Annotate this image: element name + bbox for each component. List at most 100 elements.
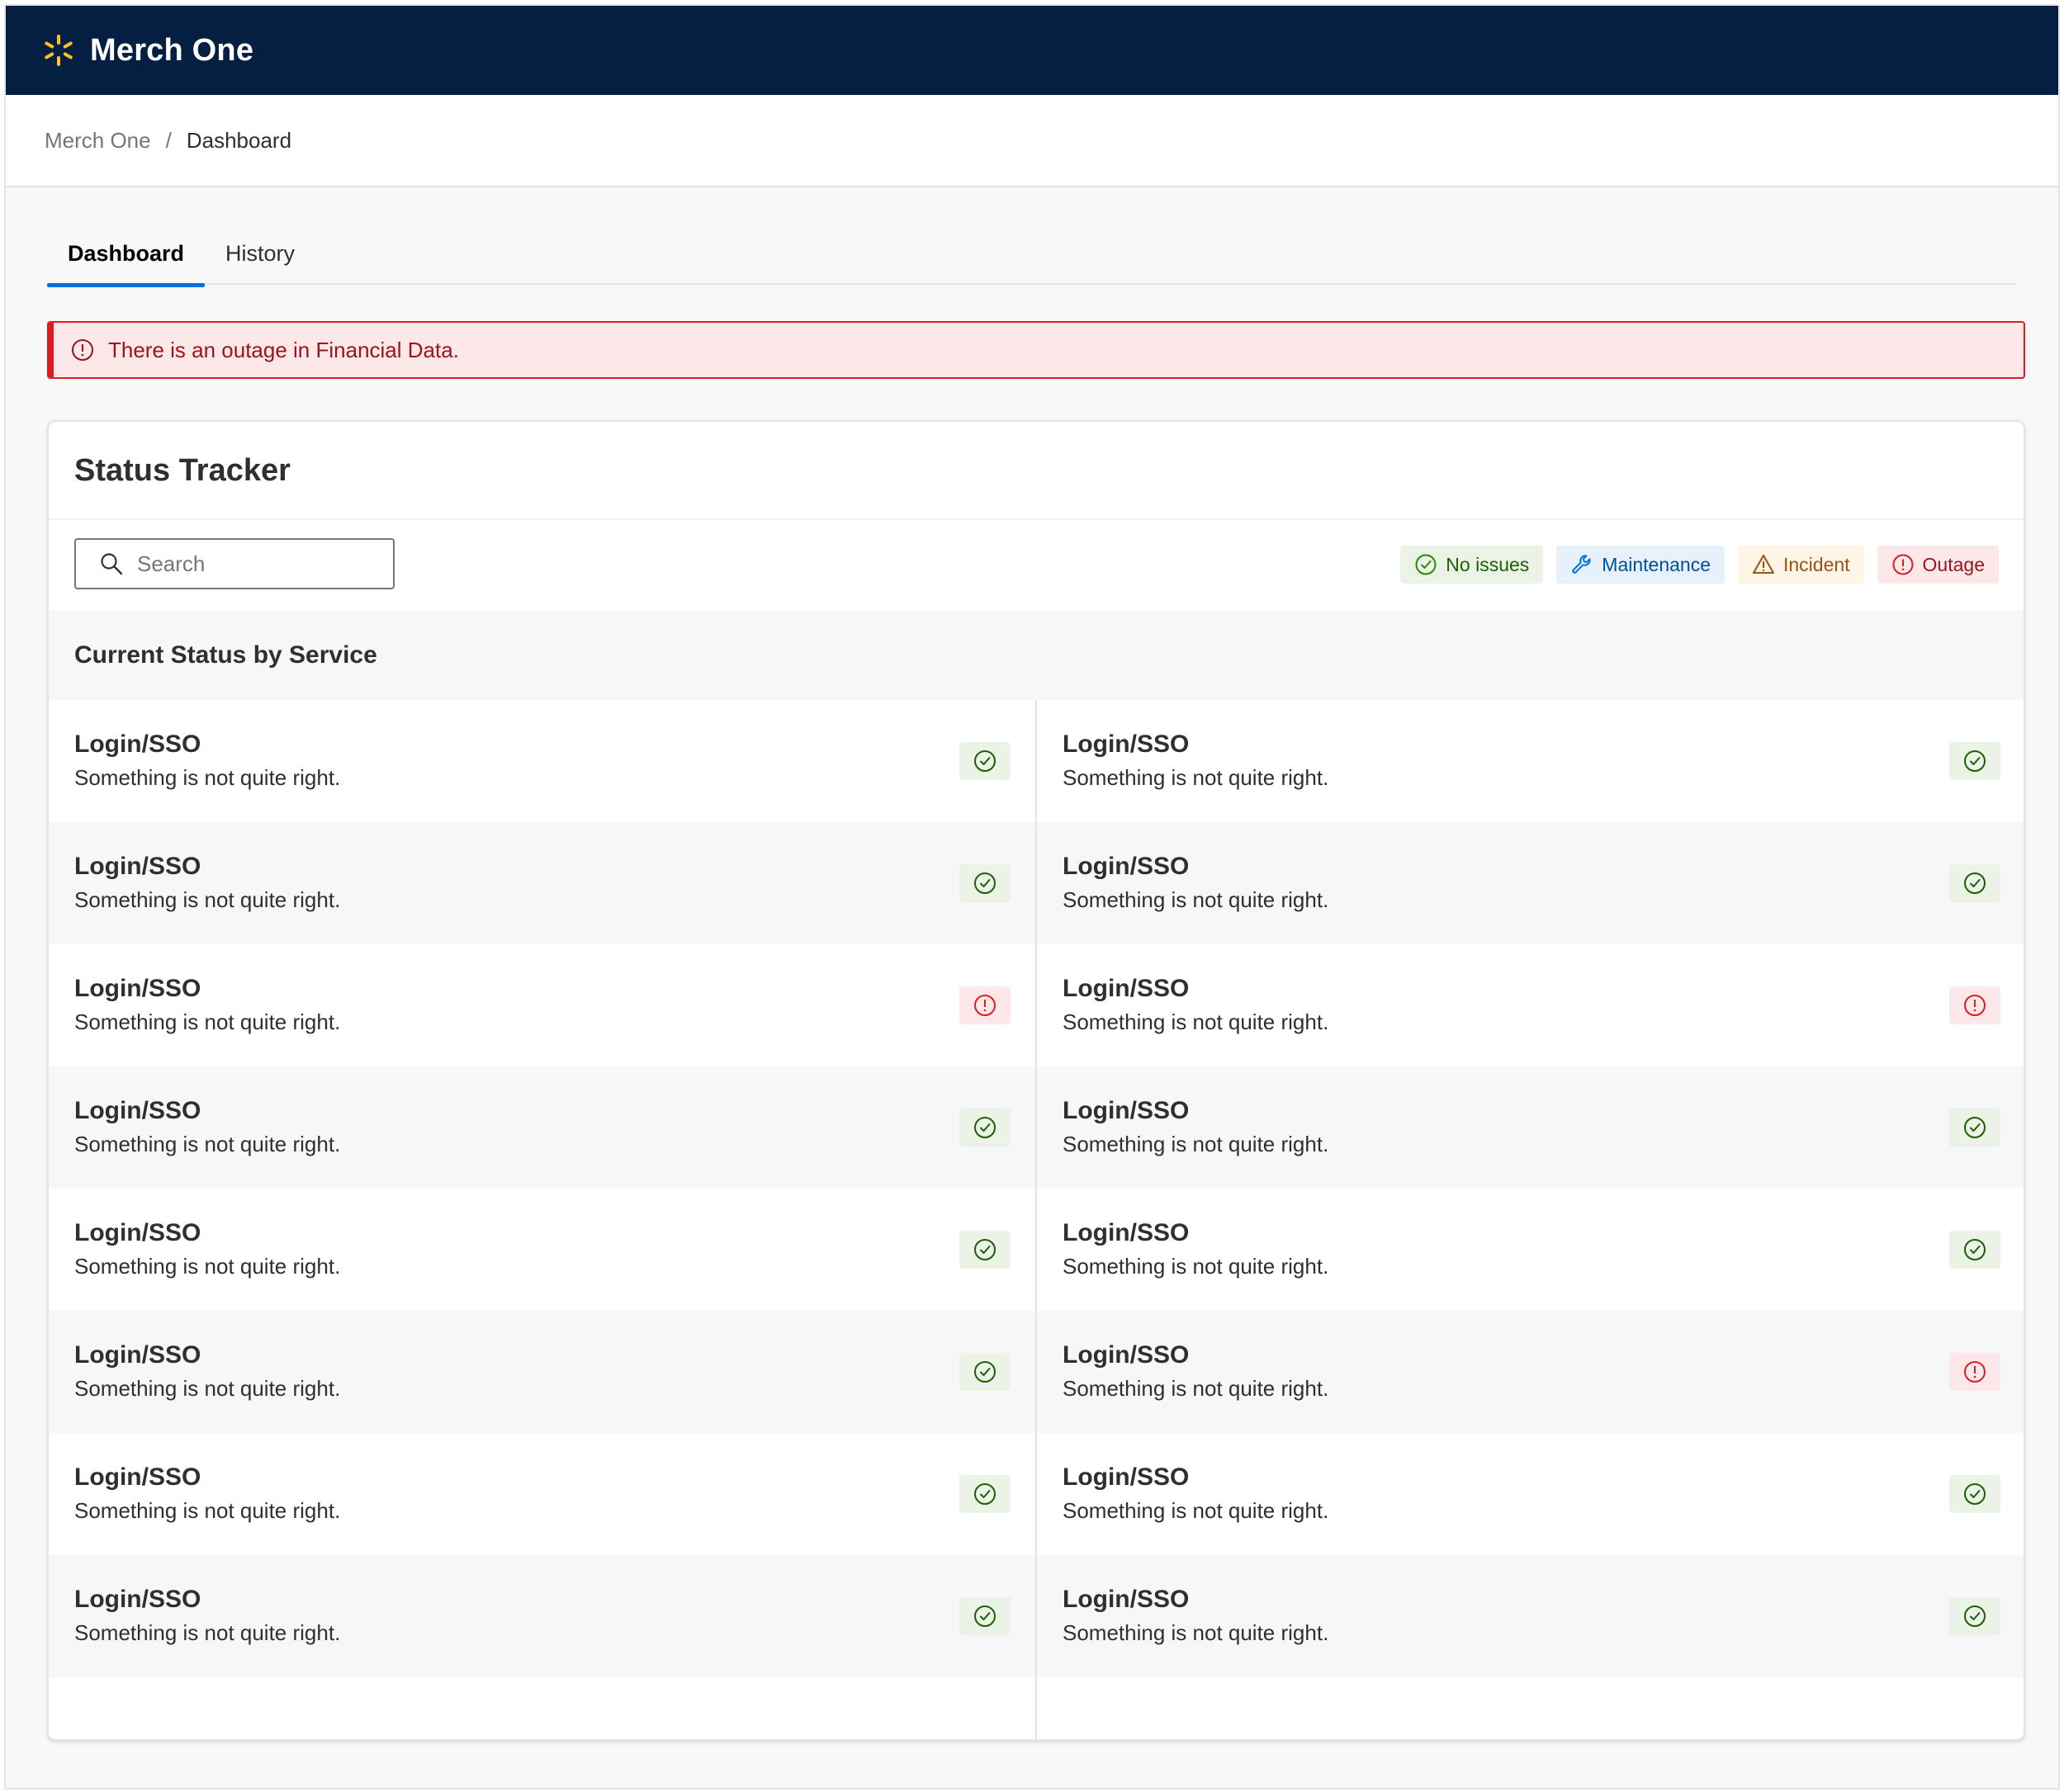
check-circle-icon (974, 750, 996, 772)
service-text: Login/SSO Something is not quite right. (1063, 1461, 1328, 1527)
service-name: Login/SSO (1063, 1219, 1190, 1246)
service-text: Login/SSO Something is not quite right. (1063, 1217, 1328, 1283)
service-column-left: Login/SSO Something is not quite right. Lo… (49, 700, 1037, 1739)
service-row[interactable]: Login/SSO Something is not quite right. (49, 1433, 1035, 1555)
service-row[interactable]: Login/SSO Something is not quite right. (1037, 1066, 2024, 1189)
tab-history[interactable]: History (205, 222, 315, 285)
service-row[interactable]: Login/SSO Something is not quite right. (49, 1189, 1035, 1311)
service-text: Login/SSO Something is not quite right. (74, 728, 340, 794)
status-badge (1949, 864, 2000, 902)
alert-message: There is an outage in Financial Data. (108, 337, 459, 362)
status-badge (959, 864, 1011, 902)
service-text: Login/SSO Something is not quite right. (1063, 728, 1328, 794)
service-description: Something is not quite right. (1063, 887, 1329, 912)
service-row[interactable]: Login/SSO Something is not quite right. (49, 1311, 1035, 1433)
status-badge (1949, 1475, 2000, 1513)
service-row[interactable]: Login/SSO Something is not quite right. (1037, 1555, 2024, 1677)
check-circle-icon (974, 1361, 996, 1383)
service-row[interactable]: Login/SSO Something is not quite right. (1037, 1311, 2024, 1433)
status-badge (1949, 986, 2000, 1024)
service-name: Login/SSO (1063, 1341, 1190, 1369)
service-description: Something is not quite right. (1063, 1132, 1329, 1156)
check-circle-icon (1964, 750, 1986, 772)
legend-label: Incident (1782, 553, 1850, 575)
check-circle-icon (1964, 1605, 1986, 1627)
service-name: Login/SSO (1063, 731, 1190, 758)
service-row[interactable]: Login/SSO Something is not quite right. (1037, 822, 2024, 944)
search-input[interactable] (137, 551, 352, 577)
status-badge (1949, 1353, 2000, 1391)
service-description: Something is not quite right. (1063, 1254, 1329, 1279)
service-description: Something is not quite right. (1063, 1009, 1329, 1034)
legend-outage: Outage (1877, 546, 1999, 584)
check-circle-icon (974, 1605, 996, 1627)
service-row[interactable]: Login/SSO Something is not quite right. (49, 822, 1035, 944)
outage-alert-banner: There is an outage in Financial Data. (47, 321, 2025, 379)
service-text: Login/SSO Something is not quite right. (1063, 1583, 1328, 1649)
search-box[interactable] (74, 538, 395, 589)
section-heading: Current Status by Service (49, 611, 2024, 700)
tab-dashboard[interactable]: Dashboard (47, 222, 206, 287)
service-description: Something is not quite right. (1063, 765, 1329, 790)
status-badge (959, 1475, 1011, 1513)
wrench-icon (1572, 555, 1591, 574)
status-badge (1949, 1109, 2000, 1147)
service-description: Something is not quite right. (74, 765, 341, 790)
service-row[interactable]: Login/SSO Something is not quite right. (1037, 1189, 2024, 1311)
check-circle-icon (1964, 872, 1986, 894)
service-name: Login/SSO (1063, 1586, 1190, 1613)
service-text: Login/SSO Something is not quite right. (74, 1217, 340, 1283)
service-name: Login/SSO (74, 1097, 201, 1124)
alert-circle-icon (1892, 554, 1914, 575)
service-row[interactable]: Login/SSO Something is not quite right. (49, 1066, 1035, 1189)
service-row[interactable]: Login/SSO Something is not quite right. (1037, 1433, 2024, 1555)
status-legend: No issues Maintenance Incident Outage (1400, 546, 1999, 584)
service-description: Something is not quite right. (1063, 1498, 1329, 1523)
status-tracker-card: Status Tracker No issues Maintena (47, 420, 2025, 1741)
divider (49, 518, 2024, 520)
service-status-grid: Login/SSO Something is not quite right. Lo… (49, 700, 2024, 1739)
service-name: Login/SSO (74, 853, 201, 880)
service-row[interactable]: Login/SSO Something is not quite right. (1037, 700, 2024, 822)
service-row[interactable]: Login/SSO Something is not quite right. (49, 1555, 1035, 1677)
service-name: Login/SSO (74, 1463, 201, 1491)
breadcrumb-separator: / (165, 127, 172, 153)
service-description: Something is not quite right. (1063, 1376, 1329, 1401)
status-badge (959, 742, 1011, 780)
check-circle-icon (1964, 1117, 1986, 1138)
service-description: Something is not quite right. (74, 887, 341, 912)
legend-label: Maintenance (1602, 553, 1711, 575)
status-badge (1949, 1597, 2000, 1635)
service-row[interactable]: Login/SSO Something is not quite right. (1037, 944, 2024, 1066)
legend-maintenance: Maintenance (1556, 546, 1725, 584)
service-description: Something is not quite right. (74, 1376, 341, 1401)
service-name: Login/SSO (74, 1586, 201, 1613)
check-circle-icon (1964, 1239, 1986, 1260)
alert-circle-icon (1964, 995, 1986, 1016)
top-navigation-bar: Merch One (6, 6, 2058, 95)
service-description: Something is not quite right. (74, 1254, 341, 1279)
legend-label: Outage (1922, 553, 1985, 575)
status-badge (959, 986, 1011, 1024)
check-circle-icon (974, 1239, 996, 1260)
check-circle-icon (974, 1483, 996, 1505)
service-name: Login/SSO (1063, 1463, 1190, 1491)
service-text: Login/SSO Something is not quite right. (74, 1461, 340, 1527)
legend-incident: Incident (1737, 546, 1864, 584)
service-name: Login/SSO (74, 1341, 201, 1369)
service-name: Login/SSO (74, 731, 201, 758)
status-badge (959, 1231, 1011, 1269)
service-description: Something is not quite right. (1063, 1620, 1329, 1645)
service-text: Login/SSO Something is not quite right. (1063, 1095, 1328, 1161)
service-description: Something is not quite right. (74, 1009, 341, 1034)
service-row[interactable]: Login/SSO Something is not quite right. (49, 700, 1035, 822)
service-description: Something is not quite right. (74, 1132, 341, 1156)
service-text: Login/SSO Something is not quite right. (74, 1339, 340, 1405)
breadcrumb-root-link[interactable]: Merch One (45, 128, 151, 154)
service-name: Login/SSO (1063, 1097, 1190, 1124)
service-description: Something is not quite right. (74, 1620, 341, 1645)
tab-bar: Dashboard History (47, 222, 2017, 287)
legend-no-issues: No issues (1400, 546, 1544, 584)
service-row[interactable]: Login/SSO Something is not quite right. (49, 944, 1035, 1066)
service-name: Login/SSO (1063, 853, 1190, 880)
